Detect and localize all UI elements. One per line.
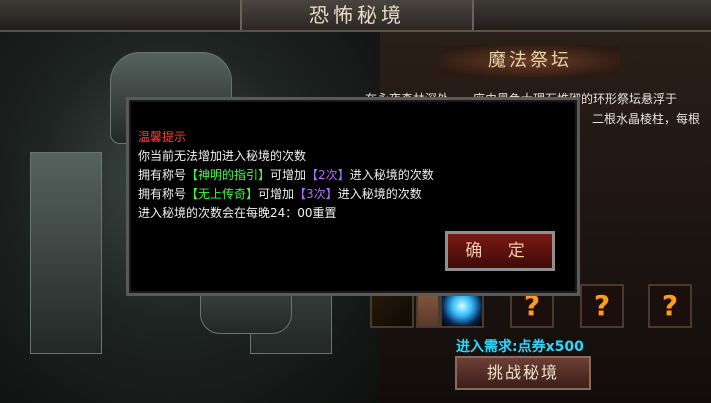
game-scene: 恐怖秘境 魔法祭坛 在永夜森林深处，一座由黑色大理石堆砌的环形祭坛悬浮于 二根水… — [0, 0, 711, 403]
question-mark-icon[interactable]: ? — [648, 284, 692, 328]
stone-pillar — [30, 152, 102, 354]
question-mark-label: ? — [661, 289, 679, 322]
question-mark-label: ? — [593, 289, 611, 322]
confirm-button[interactable]: 确 定 — [445, 231, 555, 271]
altar-description-line2: 二根水晶棱柱，每根 — [592, 112, 701, 126]
line2-prefix: 拥有称号 — [138, 168, 187, 182]
challenge-dungeon-button[interactable]: 挑战秘境 — [455, 356, 591, 390]
dialog-title: 温馨提示 — [138, 130, 187, 144]
question-mark-icon[interactable]: ? — [580, 284, 624, 328]
dialog-line-3: 拥有称号【无上传奇】可增加【3次】进入秘境的次数 — [138, 185, 568, 204]
count-2: 【2次】 — [306, 168, 350, 182]
count-3: 【3次】 — [294, 187, 338, 201]
line3-suffix: 进入秘境的次数 — [337, 187, 422, 201]
title-name-divine: 【神明的指引】 — [186, 168, 271, 182]
line3-mid: 可增加 — [258, 187, 295, 201]
line2-mid: 可增加 — [270, 168, 307, 182]
dialog-line-1: 你当前无法增加进入秘境的次数 — [138, 149, 307, 163]
title-name-legend: 【无上传奇】 — [186, 187, 259, 201]
line3-prefix: 拥有称号 — [138, 187, 187, 201]
line2-suffix: 进入秘境的次数 — [349, 168, 434, 182]
entry-requirement: 进入需求:点券x500 — [456, 339, 584, 355]
notice-dialog: 温馨提示 你当前无法增加进入秘境的次数 拥有称号【神明的指引】可增加【2次】进入… — [126, 97, 580, 296]
altar-header: 魔法祭坛 — [440, 45, 620, 77]
dialog-line-2: 拥有称号【神明的指引】可增加【2次】进入秘境的次数 — [138, 166, 568, 185]
window-title: 恐怖秘境 — [240, 0, 474, 30]
window-title-bar: 恐怖秘境 — [0, 0, 711, 32]
dialog-line-4: 进入秘境的次数会在每晚24：00重置 — [138, 206, 337, 220]
